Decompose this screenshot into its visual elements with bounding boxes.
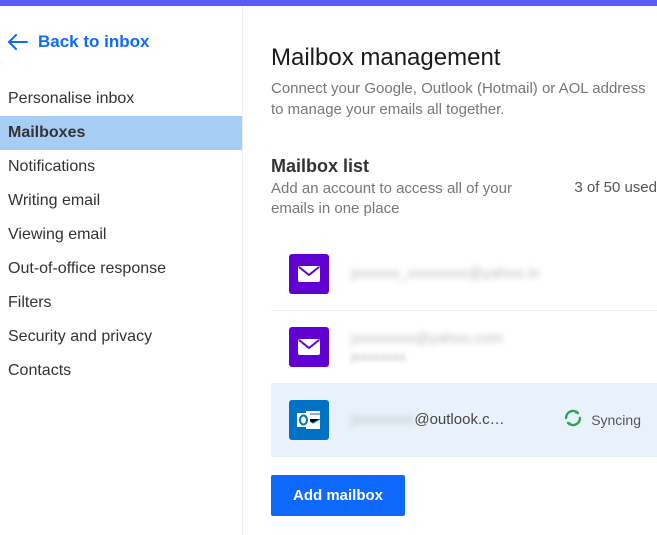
sidebar-item-writing-email[interactable]: Writing email xyxy=(0,184,242,218)
sync-status: Syncing xyxy=(563,408,641,432)
main-content: Mailbox management Connect your Google, … xyxy=(243,6,657,535)
mailbox-list-title: Mailbox list xyxy=(271,156,657,177)
sidebar-item-out-of-office[interactable]: Out-of-office response xyxy=(0,252,242,286)
arrow-left-icon xyxy=(8,34,28,50)
sync-icon xyxy=(563,408,583,432)
sidebar-item-contacts[interactable]: Contacts xyxy=(0,354,242,388)
layout-container: Back to inbox Personalise inbox Mailboxe… xyxy=(0,6,657,535)
back-link-label: Back to inbox xyxy=(38,32,149,52)
mailbox-used-count: 3 of 50 used xyxy=(574,179,657,220)
back-to-inbox-link[interactable]: Back to inbox xyxy=(0,32,242,52)
mailbox-row[interactable]: jxxxxxxxx@yahoo.com jxxxxxxxx xyxy=(271,311,657,384)
add-mailbox-button[interactable]: Add mailbox xyxy=(271,475,405,516)
sidebar-item-viewing-email[interactable]: Viewing email xyxy=(0,218,242,252)
envelope-icon xyxy=(289,254,329,294)
page-title: Mailbox management xyxy=(271,44,657,72)
mailbox-email: jxxxxxxxx @outlook.c… xyxy=(351,411,505,428)
outlook-icon xyxy=(289,400,329,440)
sidebar-item-notifications[interactable]: Notifications xyxy=(0,150,242,184)
mailbox-list-subheader: Add an account to access all of your ema… xyxy=(271,179,657,220)
envelope-icon xyxy=(289,327,329,367)
sidebar-item-mailboxes[interactable]: Mailboxes xyxy=(0,116,242,150)
mailbox-email: jxxxxxx_xxxxxxxx@yahoo.in xyxy=(351,265,540,282)
mailbox-row[interactable]: jxxxxxxxx @outlook.c… Syncing xyxy=(271,384,657,457)
page-description: Connect your Google, Outlook (Hotmail) o… xyxy=(271,78,657,120)
mailbox-list-subtitle: Add an account to access all of your ema… xyxy=(271,179,521,220)
settings-sidebar: Back to inbox Personalise inbox Mailboxe… xyxy=(0,6,243,535)
mailbox-row[interactable]: jxxxxxx_xxxxxxxx@yahoo.in xyxy=(271,238,657,311)
sync-status-label: Syncing xyxy=(591,412,641,428)
settings-nav: Personalise inbox Mailboxes Notification… xyxy=(0,82,242,388)
sidebar-item-filters[interactable]: Filters xyxy=(0,286,242,320)
mailbox-email: jxxxxxxxx@yahoo.com jxxxxxxxx xyxy=(351,330,503,364)
sidebar-item-personalise-inbox[interactable]: Personalise inbox xyxy=(0,82,242,116)
sidebar-item-security-privacy[interactable]: Security and privacy xyxy=(0,320,242,354)
